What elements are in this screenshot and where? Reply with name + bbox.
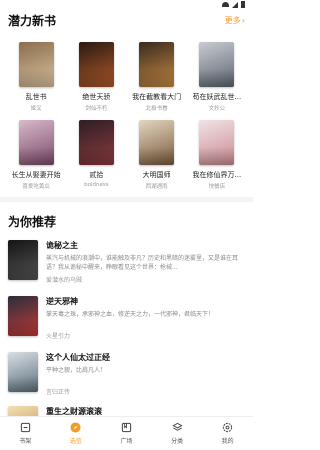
new-books-row-1: 乱世书 姬叉 绝世天骄 剑仙不朽 我在截教看大门 北极书眷 苟在妖武乱世... … [0,42,253,112]
status-icons [222,1,245,8]
book-card[interactable]: 我在截教看大门 北极书眷 [132,42,182,112]
signal-icon [232,1,238,8]
book-card[interactable]: 绝世天骄 剑仙不朽 [71,42,121,112]
bottom-tab-bar: 书架 选信 广场 分类 我的 [0,416,253,450]
recommend-item[interactable]: 逆天邪神 掌天毒之珠，承邪神之血，修逆天之力，一代邪神，君临天下！ 火星引力 [8,296,245,340]
battery-icon [241,1,245,8]
book-author: 剑仙不朽 [85,106,108,112]
book-card[interactable]: 乱世书 姬叉 [11,42,61,112]
new-books-row-2: 长生从娶妻开始 喜爱吃黄瓜 贰拾 boldness 大明国师 西湖遇雨 我在修仙… [0,120,253,190]
app-screen: 潜力新书 更多 › 乱世书 姬叉 绝世天骄 剑仙不朽 我在截教看大门 北极书眷 … [0,0,253,450]
gear-icon [223,422,233,433]
book-card[interactable]: 长生从娶妻开始 喜爱吃黄瓜 [11,120,61,190]
book-card[interactable]: 苟在妖武乱世... 文抄公 [192,42,242,112]
tab-label: 广场 [120,438,133,445]
rec-cover [8,352,38,392]
compass-icon [70,422,81,433]
rec-desc: 蒸汽与机械的浪潮中，谁能触及非凡？历史和黑暗的迷雾里，又是谁在耳语？我从诡秘中醒… [46,255,239,271]
more-link[interactable]: 更多 › [225,15,245,26]
tab-label: 选信 [69,438,82,445]
rec-title: 诡秘之主 [46,241,78,250]
book-title: 贰拾 [89,171,104,179]
tab-label: 书架 [19,438,32,445]
book-title: 大明国师 [142,171,171,179]
rec-cover [8,296,38,336]
book-title: 我在截教看大门 [132,93,182,101]
tab-mine[interactable]: 我的 [208,422,248,445]
book-cover [199,120,235,165]
book-cover [139,42,175,87]
tab-category[interactable]: 分类 [157,422,197,445]
rec-author: 爱潜水的乌贼 [46,277,83,284]
section-title-new: 潜力新书 [8,14,57,28]
chevron-right-icon: › [241,16,245,25]
book-open-icon [121,422,132,433]
section-divider [0,197,253,202]
wifi-icon [222,2,229,7]
bookshelf-icon [20,422,30,433]
rec-desc: 平种之貌，比肩凡人！ [46,367,107,374]
book-cover [18,42,54,87]
book-title: 长生从娶妻开始 [11,171,61,179]
book-author: 快餐店 [208,184,226,190]
book-cover [139,120,175,165]
more-label: 更多 [224,16,241,25]
tab-label: 我的 [221,438,234,445]
tab-bookshelf[interactable]: 书架 [5,422,45,445]
rec-author: 火星引力 [46,333,71,340]
tab-discover[interactable]: 选信 [56,422,96,445]
book-author: 喜爱吃黄瓜 [22,184,50,190]
book-title: 我在修仙界万... [192,171,242,179]
rec-title: 逆天邪神 [46,297,78,306]
book-title: 绝世天骄 [82,93,111,101]
rec-title: 这个人仙太过正经 [46,353,110,362]
book-author: boldness [84,182,109,188]
book-author: 文抄公 [208,106,226,112]
recommend-item[interactable]: 这个人仙太过正经 平种之貌，比肩凡人！ 言归正传 [8,352,245,396]
new-books-header: 潜力新书 更多 › [8,12,245,29]
book-card[interactable]: 贰拾 boldness [71,120,121,190]
book-cover [199,42,235,87]
status-bar [0,0,253,10]
book-author: 西湖遇雨 [145,184,168,190]
book-author: 北极书眷 [145,106,168,112]
book-cover [78,42,114,87]
rec-desc: 掌天毒之珠，承邪神之血，修逆天之力，一代邪神，君临天下！ [46,311,215,318]
book-author: 姬叉 [30,106,42,112]
book-title: 乱世书 [25,93,47,101]
section-title-recommend: 为你推荐 [8,215,57,229]
book-card[interactable]: 我在修仙界万... 快餐店 [192,120,242,190]
recommend-item[interactable]: 诡秘之主 蒸汽与机械的浪潮中，谁能触及非凡？历史和黑暗的迷雾里，又是谁在耳语？我… [8,240,245,284]
tab-plaza[interactable]: 广场 [106,422,146,445]
book-card[interactable]: 大明国师 西湖遇雨 [132,120,182,190]
book-cover [18,120,54,165]
layers-icon [172,422,183,431]
book-cover [78,120,114,165]
tab-label: 分类 [171,438,184,445]
rec-author: 言归正传 [46,389,71,396]
book-title: 苟在妖武乱世... [192,93,242,101]
rec-cover [8,240,38,280]
recommend-header: 为你推荐 [8,213,245,230]
